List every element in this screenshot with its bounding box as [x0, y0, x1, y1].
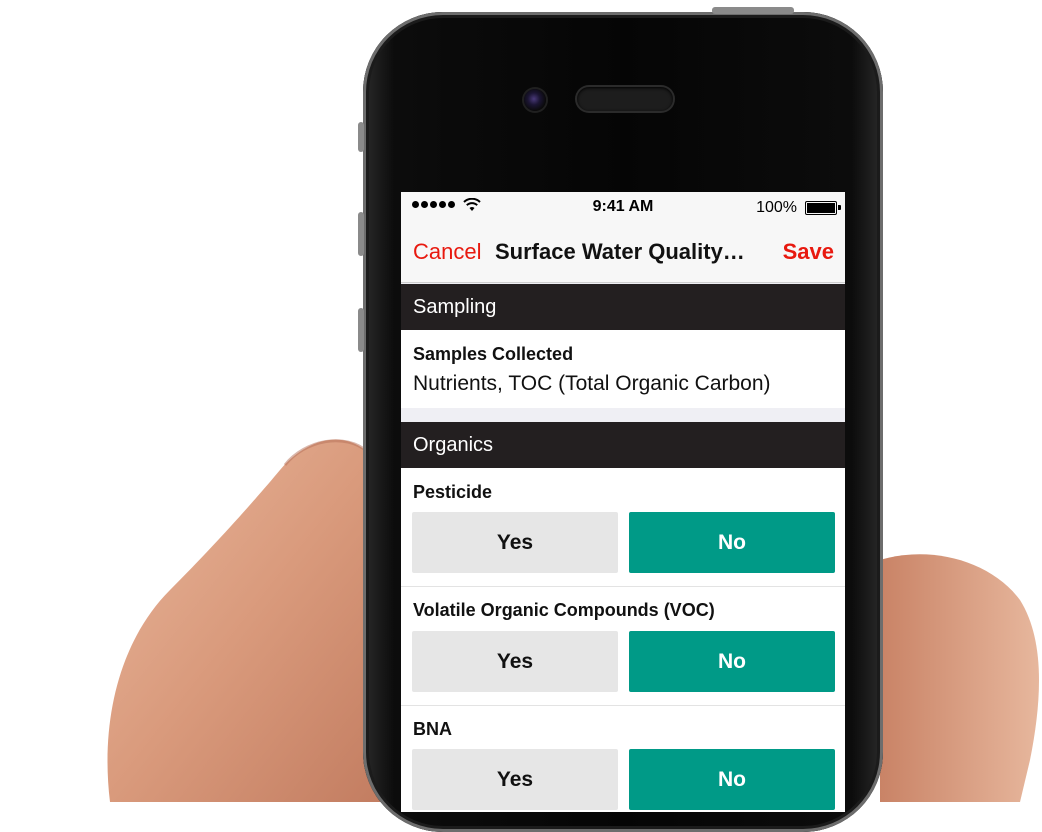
bna-yes-button[interactable]: Yes — [412, 749, 618, 810]
pesticide-field: Pesticide Yes No — [401, 468, 845, 586]
save-button[interactable]: Save — [783, 239, 834, 265]
bna-no-button[interactable]: No — [629, 749, 835, 810]
pesticide-no-button[interactable]: No — [629, 512, 835, 573]
bna-field: BNA Yes No — [401, 706, 845, 812]
voc-yes-button[interactable]: Yes — [412, 631, 618, 692]
status-bar: 9:41 AM 100% — [401, 192, 845, 224]
samples-collected-field[interactable]: Samples Collected Nutrients, TOC (Total … — [401, 330, 845, 408]
section-title: Organics — [413, 434, 494, 456]
section-header-organics: Organics — [401, 422, 845, 468]
volume-down-button — [358, 308, 364, 352]
mute-switch — [358, 122, 364, 152]
volume-up-button — [358, 212, 364, 256]
front-camera — [524, 89, 546, 111]
section-header-sampling: Sampling — [401, 284, 845, 330]
battery-percent: 100% — [756, 199, 797, 216]
earpiece-speaker — [577, 87, 673, 111]
field-label: Pesticide — [413, 482, 493, 502]
section-title: Sampling — [413, 296, 497, 318]
battery-icon — [805, 201, 837, 215]
voc-field: Volatile Organic Compounds (VOC) Yes No — [401, 587, 845, 705]
pesticide-yes-button[interactable]: Yes — [412, 512, 618, 573]
navigation-bar: Cancel Surface Water Quality… Save — [401, 224, 845, 283]
field-value: Nutrients, TOC (Total Organic Carbon) — [413, 372, 771, 395]
cancel-button[interactable]: Cancel — [413, 239, 481, 265]
field-label: BNA — [413, 719, 452, 739]
voc-no-button[interactable]: No — [629, 631, 835, 692]
field-label: Samples Collected — [413, 344, 574, 364]
field-label: Volatile Organic Compounds (VOC) — [413, 600, 715, 620]
phone-screen: 9:41 AM 100% Cancel Surface Water Qualit… — [401, 192, 845, 812]
power-button — [712, 7, 794, 14]
page-title: Surface Water Quality… — [495, 239, 745, 264]
battery-nub — [838, 205, 841, 210]
